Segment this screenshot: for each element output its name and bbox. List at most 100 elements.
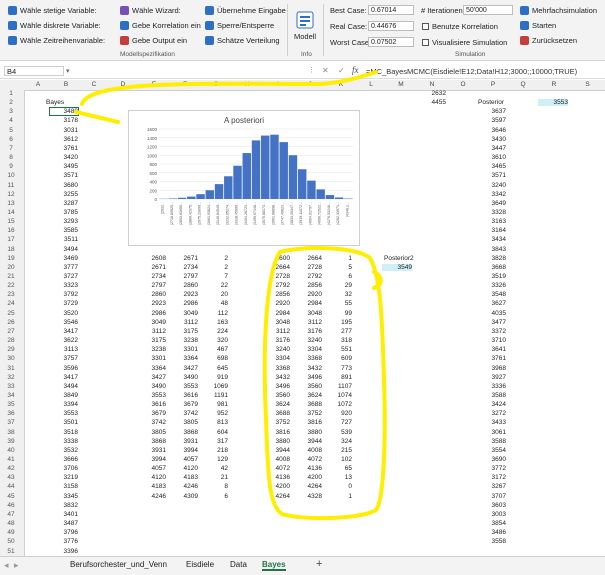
column-header-Q[interactable]: Q	[508, 80, 538, 90]
row-header-40[interactable]: 40	[0, 447, 22, 454]
row-header-19[interactable]: 19	[0, 255, 22, 262]
row-header-48[interactable]: 48	[0, 520, 22, 527]
row-header-1[interactable]: 1	[0, 90, 22, 97]
row-header-46[interactable]: 46	[0, 502, 22, 509]
row-header-32[interactable]: 32	[0, 374, 22, 381]
mehrfachsimulation-button[interactable]: Mehrfachsimulation	[520, 6, 597, 15]
column-header-I[interactable]: I	[262, 80, 294, 90]
column-header-P[interactable]: P	[478, 80, 508, 90]
gebe-korrelation-ein-button[interactable]: Gebe Korrelation ein	[120, 21, 201, 30]
column-header-F[interactable]: F	[170, 80, 200, 90]
column-header-B[interactable]: B	[52, 80, 80, 90]
row-header-27[interactable]: 27	[0, 328, 22, 335]
row-header-36[interactable]: 36	[0, 410, 22, 417]
row-header-15[interactable]: 15	[0, 218, 22, 225]
column-header-C[interactable]: C	[80, 80, 108, 90]
row-header-38[interactable]: 38	[0, 429, 22, 436]
tab-data[interactable]: Data	[230, 560, 247, 569]
column-header-R[interactable]: R	[538, 80, 570, 90]
real-case-input[interactable]: 0.44676	[368, 21, 414, 31]
row-header-35[interactable]: 35	[0, 401, 22, 408]
row-header-21[interactable]: 21	[0, 273, 22, 280]
sperre-entsperre-button[interactable]: Sperre/Entsperre	[205, 21, 274, 30]
waehle-zeitreihenvariable-button[interactable]: Wähle Zeitreihenvariable:	[8, 36, 105, 45]
benutze-korrelation-checkbox[interactable]: Benutze Korrelation	[422, 22, 498, 31]
waehle-stetige-variable-button[interactable]: Wähle stetige Variable:	[8, 6, 97, 15]
row-header-18[interactable]: 18	[0, 246, 22, 253]
row-header-44[interactable]: 44	[0, 483, 22, 490]
row-header-31[interactable]: 31	[0, 365, 22, 372]
waehle-wizard-button[interactable]: Wähle Wizard:	[120, 6, 181, 15]
row-header-28[interactable]: 28	[0, 337, 22, 344]
row-header-50[interactable]: 50	[0, 538, 22, 545]
row-header-12[interactable]: 12	[0, 191, 22, 198]
row-header-25[interactable]: 25	[0, 310, 22, 317]
row-header-51[interactable]: 51	[0, 548, 22, 555]
row-header-45[interactable]: 45	[0, 493, 22, 500]
uebernehme-eingabe-button[interactable]: Übernehme Eingabe	[205, 6, 286, 15]
row-header-42[interactable]: 42	[0, 465, 22, 472]
best-case-input[interactable]: 0.67014	[368, 5, 414, 15]
column-header-L[interactable]: L	[356, 80, 386, 90]
column-header-N[interactable]: N	[416, 80, 448, 90]
column-header-G[interactable]: G	[200, 80, 232, 90]
row-header-16[interactable]: 16	[0, 227, 22, 234]
prev-sheet-icon[interactable]: ◂	[4, 560, 9, 571]
column-header-E[interactable]: E	[138, 80, 170, 90]
zuruecksetzen-button[interactable]: Zurücksetzen	[520, 36, 577, 45]
row-header-24[interactable]: 24	[0, 300, 22, 307]
add-sheet-icon[interactable]: +	[316, 558, 322, 570]
column-header-M[interactable]: M	[386, 80, 416, 90]
posterior-chart[interactable]: A posteriori0200400600800100012001400160…	[128, 110, 360, 246]
tab-bayes[interactable]: Bayes	[262, 560, 286, 571]
schaetze-verteilung-button[interactable]: Schätze Verteilung	[205, 36, 280, 45]
name-box[interactable]: B4	[4, 66, 64, 76]
row-header-43[interactable]: 43	[0, 474, 22, 481]
column-header-D[interactable]: D	[108, 80, 138, 90]
worst-case-input[interactable]: 0.07502	[368, 37, 414, 47]
row-header-49[interactable]: 49	[0, 529, 22, 536]
row-header-23[interactable]: 23	[0, 291, 22, 298]
waehle-diskrete-variable-button[interactable]: Wähle diskrete Variable:	[8, 21, 101, 30]
row-header-20[interactable]: 20	[0, 264, 22, 271]
row-header-13[interactable]: 13	[0, 200, 22, 207]
starten-button[interactable]: Starten	[520, 21, 556, 30]
next-sheet-icon[interactable]: ▸	[14, 560, 19, 571]
row-header-41[interactable]: 41	[0, 456, 22, 463]
tab-eisdiele[interactable]: Eisdiele	[186, 560, 214, 569]
formula-input[interactable]: =MC_BayesMCMC(Eisdiele!E12;Data!H12;3000…	[366, 67, 577, 76]
row-header-11[interactable]: 11	[0, 182, 22, 189]
enter-icon[interactable]: ✓	[338, 66, 345, 75]
row-header-33[interactable]: 33	[0, 383, 22, 390]
row-header-7[interactable]: 7	[0, 145, 22, 152]
row-header-47[interactable]: 47	[0, 511, 22, 518]
row-header-29[interactable]: 29	[0, 346, 22, 353]
fx-icon[interactable]: fx	[352, 65, 359, 75]
row-header-39[interactable]: 39	[0, 438, 22, 445]
options-icon[interactable]: ⋮	[308, 66, 315, 74]
modell-button[interactable]: Modell	[294, 10, 316, 41]
column-header-J[interactable]: J	[294, 80, 326, 90]
row-header-10[interactable]: 10	[0, 172, 22, 179]
row-header-9[interactable]: 9	[0, 163, 22, 170]
row-header-2[interactable]: 2	[0, 99, 22, 106]
column-header-K[interactable]: K	[326, 80, 356, 90]
column-header-S[interactable]: S	[570, 80, 605, 90]
row-header-6[interactable]: 6	[0, 136, 22, 143]
cancel-icon[interactable]: ✕	[322, 66, 329, 75]
row-header-3[interactable]: 3	[0, 108, 22, 115]
name-box-chevron-icon[interactable]: ▾	[66, 67, 70, 75]
column-header-A[interactable]: A	[24, 80, 52, 90]
gebe-output-ein-button[interactable]: Gebe Output ein	[120, 36, 187, 45]
row-header-4[interactable]: 4	[0, 117, 22, 124]
row-header-22[interactable]: 22	[0, 282, 22, 289]
row-header-8[interactable]: 8	[0, 154, 22, 161]
row-header-26[interactable]: 26	[0, 319, 22, 326]
row-header-30[interactable]: 30	[0, 355, 22, 362]
tab-berufsorchester-und-venn[interactable]: Berufsorchester_und_Venn	[70, 560, 167, 569]
row-header-34[interactable]: 34	[0, 392, 22, 399]
visualisiere-simulation-checkbox[interactable]: Visualisiere Simulation	[422, 38, 507, 47]
row-header-14[interactable]: 14	[0, 209, 22, 216]
column-header-H[interactable]: H	[232, 80, 262, 90]
iterationen-input[interactable]: 50'000	[463, 5, 513, 15]
